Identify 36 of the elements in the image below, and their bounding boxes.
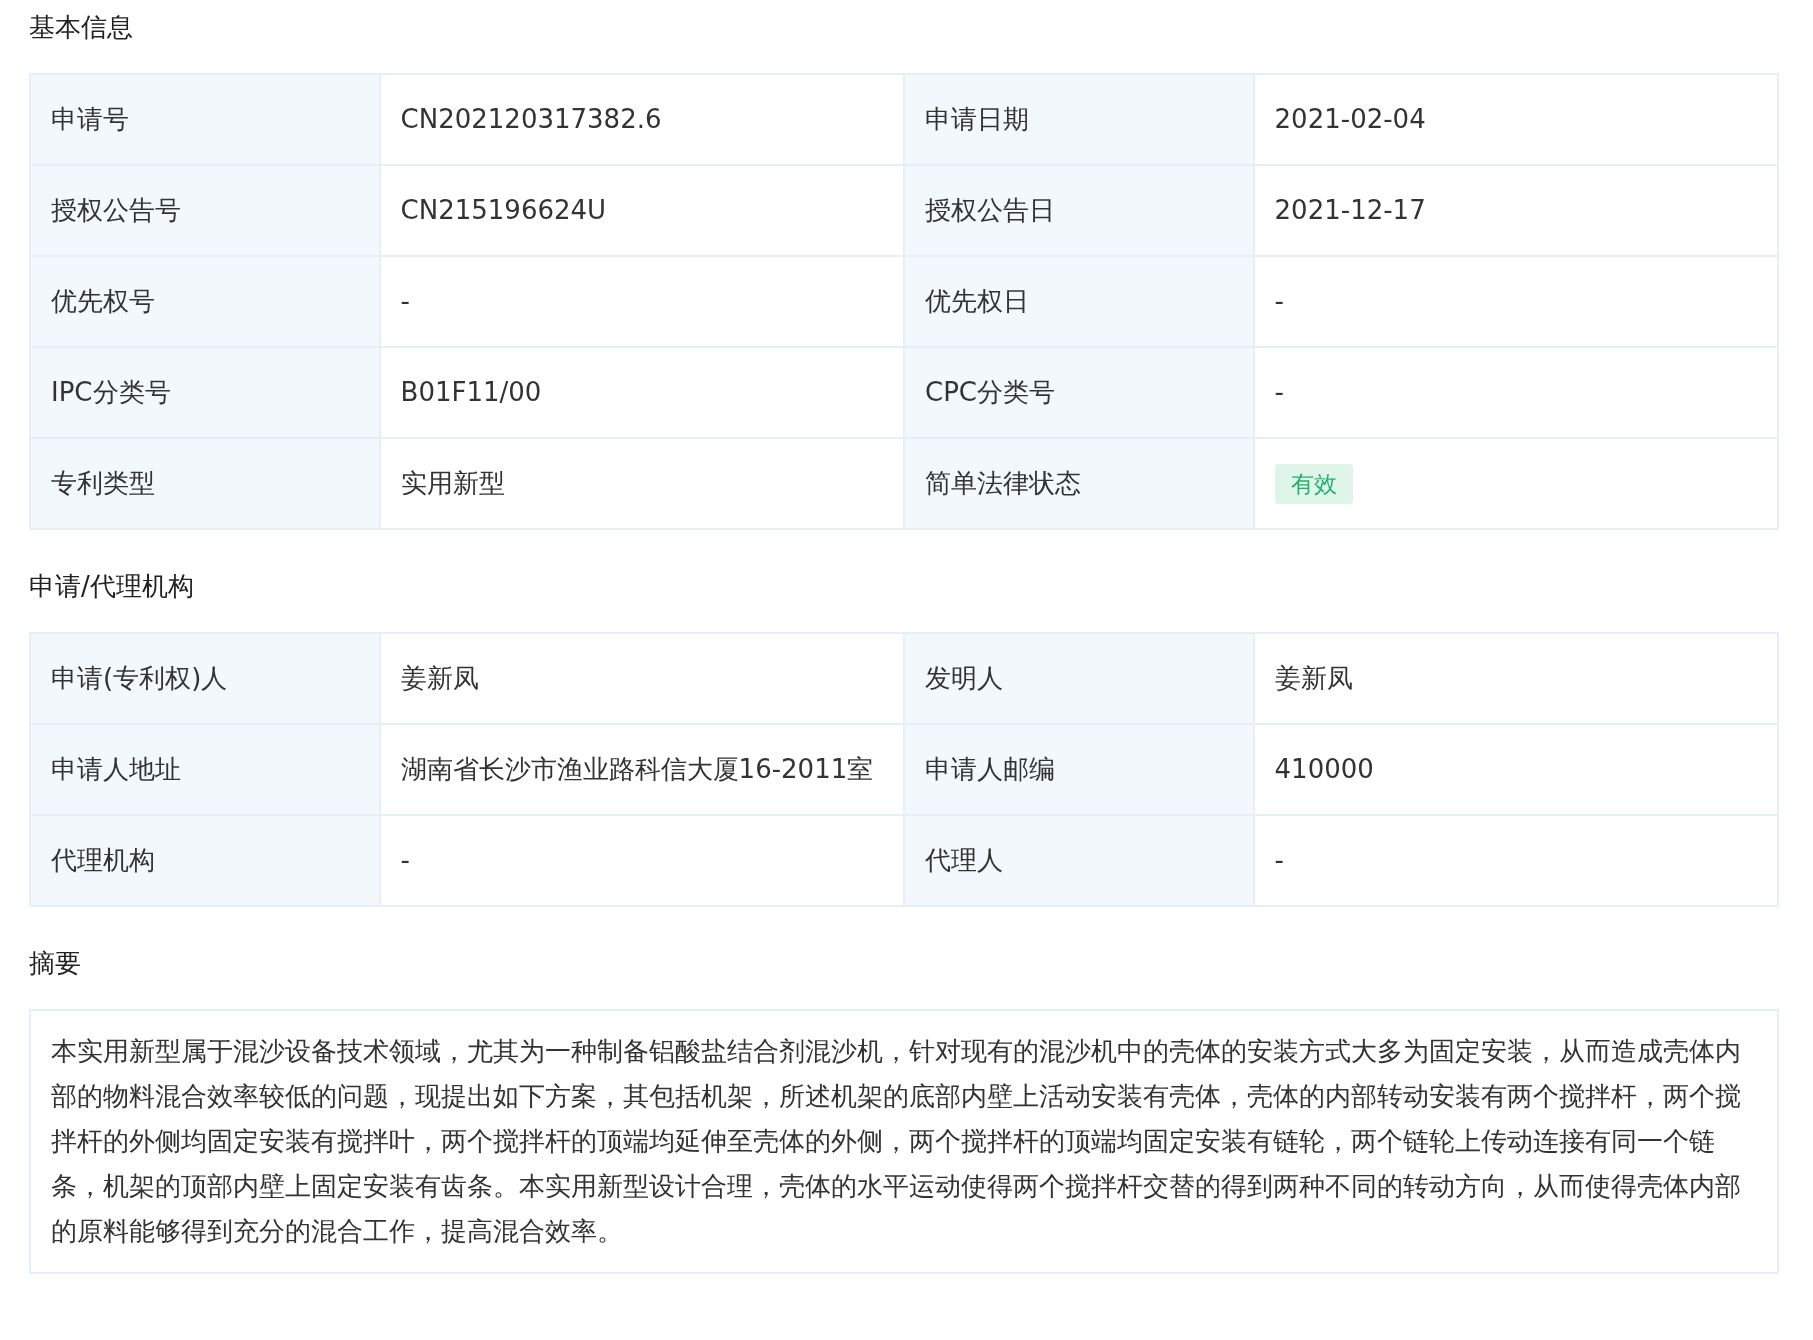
field-label: 申请(专利权)人 <box>30 633 380 724</box>
field-value: 2021-12-17 <box>1253 165 1778 256</box>
field-value: 实用新型 <box>379 438 904 529</box>
field-value: CN215196624U <box>379 165 904 256</box>
field-label: 专利类型 <box>30 438 380 529</box>
field-value: 湖南省长沙市渔业路科信大厦16-2011室 <box>379 724 904 815</box>
field-value: 410000 <box>1253 724 1778 815</box>
field-value: - <box>1253 347 1778 438</box>
field-label: 授权公告日 <box>904 165 1254 256</box>
field-label: 发明人 <box>904 633 1254 724</box>
field-label: 优先权号 <box>30 256 380 347</box>
field-value: B01F11/00 <box>379 347 904 438</box>
field-value: 2021-02-04 <box>1253 74 1778 165</box>
field-label: 申请日期 <box>904 74 1254 165</box>
field-label: CPC分类号 <box>904 347 1254 438</box>
field-label: 代理人 <box>904 815 1254 906</box>
field-value: 姜新凤 <box>379 633 904 724</box>
section-title: 基本信息 <box>29 11 134 44</box>
field-label: IPC分类号 <box>30 347 380 438</box>
status-tag: 有效 <box>1274 464 1353 504</box>
section-title: 申请/代理机构 <box>29 570 195 603</box>
field-label: 代理机构 <box>30 815 380 906</box>
field-label: 授权公告号 <box>30 165 380 256</box>
field-value: - <box>379 256 904 347</box>
section-title: 摘要 <box>29 947 82 980</box>
field-value: - <box>1253 815 1778 906</box>
field-value: - <box>379 815 904 906</box>
field-label: 简单法律状态 <box>904 438 1254 529</box>
field-value: 姜新凤 <box>1253 633 1778 724</box>
field-value: - <box>1253 256 1778 347</box>
field-label: 申请人地址 <box>30 724 380 815</box>
field-value: CN202120317382.6 <box>379 74 904 165</box>
field-label: 申请号 <box>30 74 380 165</box>
field-label: 优先权日 <box>904 256 1254 347</box>
field-label: 申请人邮编 <box>904 724 1254 815</box>
abstract-text: 本实用新型属于混沙设备技术领域，尤其为一种制备铝酸盐结合剂混沙机，针对现有的混沙机中的壳体的安装方式大多为固定安装，从而造成壳体内部的物料混合效率较低的问题，现提出如下方案，其包括机架，所述机架的底部内壁上活动安装有壳体，壳体的内部转动安装有两个搅拌杆，两个搅拌杆的外侧均固定安装有搅拌叶，两个搅拌杆的顶端均延伸至壳体的外侧，两个搅拌杆的顶端均固定安装有链轮，两个链轮上传动连接有同一个链条，机架的顶部内壁上固定安装有齿条。本实用新型设计合理，壳体的水平运动使得两个搅拌杆交替的得到两种不同的转动方向，从而使得壳体内部的原料能够得到充分的混合工作，提高混合效率。 <box>29 1009 1779 1274</box>
